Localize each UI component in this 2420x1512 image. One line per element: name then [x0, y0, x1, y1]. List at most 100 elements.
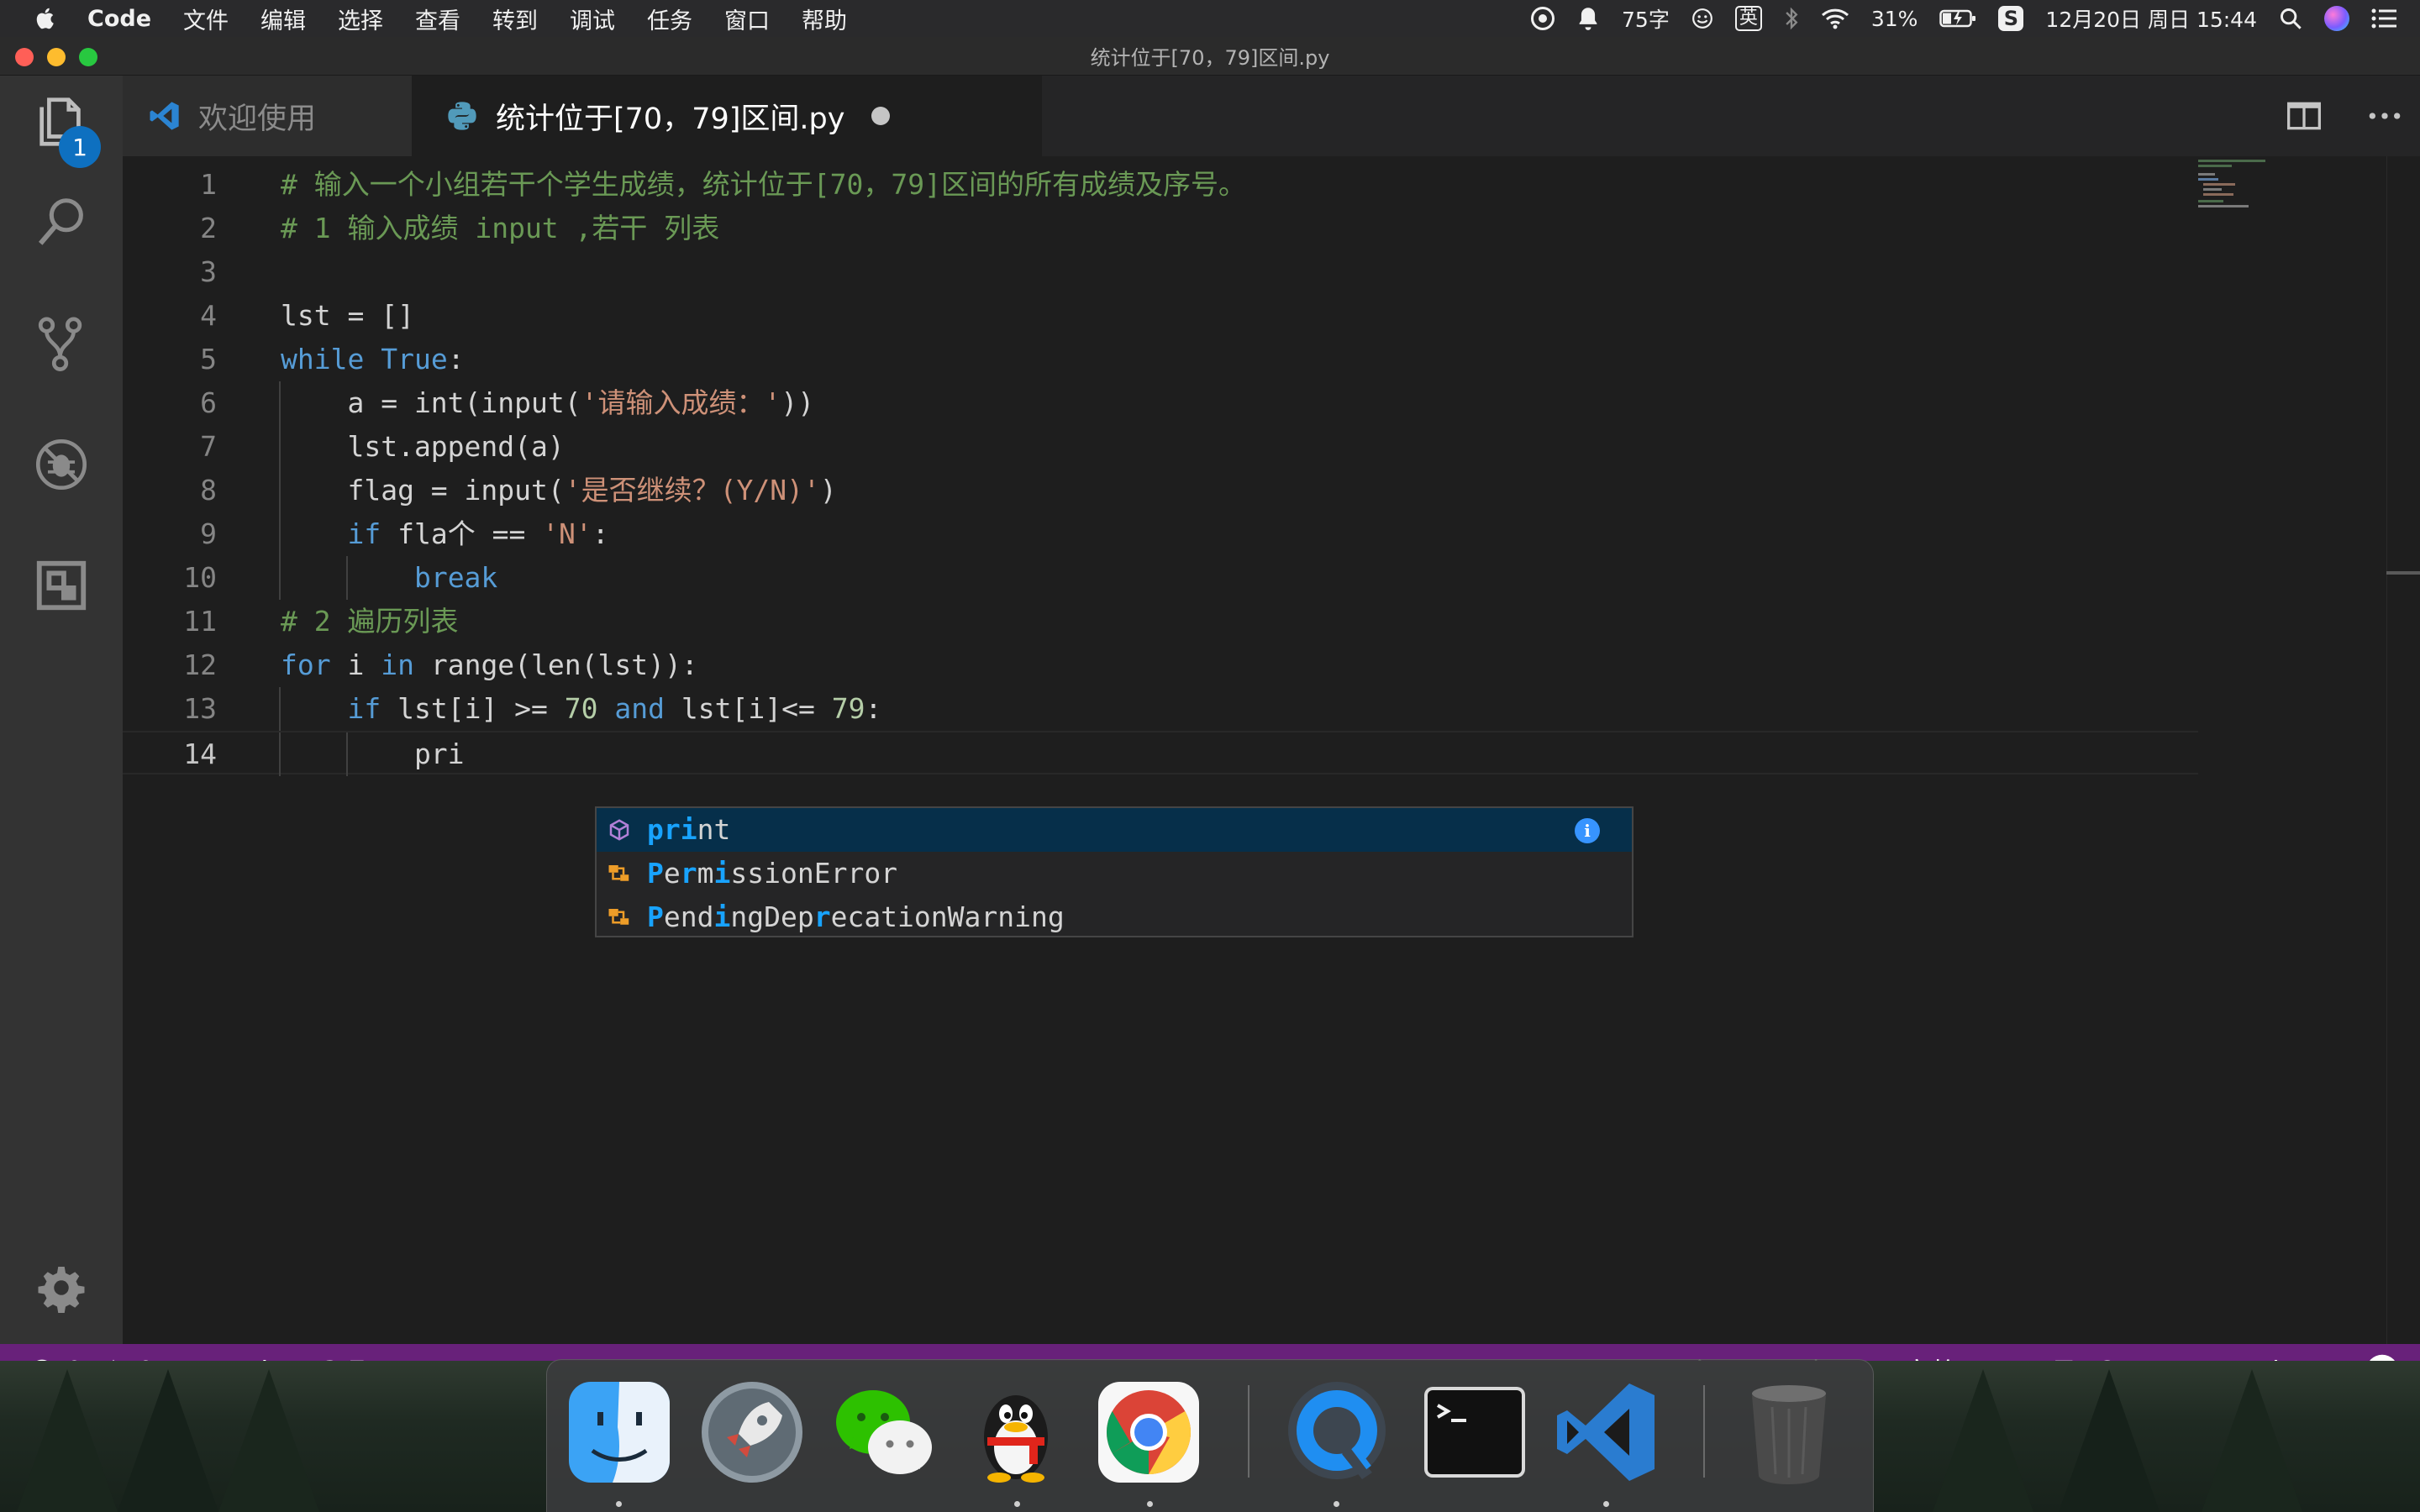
battery-charging-icon[interactable] [1939, 8, 1976, 29]
menubar-clock[interactable]: 12月20日 周日 15:44 [2045, 3, 2257, 34]
search-activity[interactable] [0, 176, 123, 269]
window-title: 统计位于[70，79]区间.py [1090, 46, 1330, 70]
vscode-window: 统计位于[70，79]区间.py 1 欢迎使用 统计位于[70，79]区间.py… [0, 37, 2420, 1398]
code-token: if [347, 692, 381, 725]
code-token: i [330, 648, 381, 681]
chrome-icon[interactable] [1095, 1378, 1202, 1486]
minimize-window-button[interactable] [47, 48, 66, 66]
menu-edit[interactable]: 编辑 [260, 3, 306, 35]
code-line[interactable]: 11 # 2 遍历列表 [123, 600, 2198, 643]
sogou-input-icon[interactable]: S [1998, 6, 2024, 31]
ime-char-count[interactable]: 75字 [1622, 3, 1670, 34]
scrollbar-cursor-marker [2386, 571, 2420, 575]
window-titlebar[interactable]: 统计位于[70，79]区间.py [0, 37, 2420, 76]
wifi-icon[interactable] [1821, 8, 1849, 29]
line-number: 8 [200, 474, 217, 507]
python-file-icon [445, 99, 479, 133]
code-editor[interactable]: 1 # 输入一个小组若干个学生成绩，统计位于[70，79]区间的所有成绩及序号。 2… [123, 156, 2420, 1344]
activity-bar: 1 [0, 76, 123, 1344]
line-number: 9 [200, 517, 217, 550]
ime-mode-indicator[interactable]: 英 [1734, 6, 1762, 31]
extensions-activity[interactable] [0, 539, 123, 632]
menu-window[interactable]: 窗口 [724, 3, 770, 35]
code-token: # 输入一个小组若干个学生成绩，统计位于[70，79]区间的所有成绩及序号。 [281, 168, 1246, 201]
code-line[interactable]: 8 flag = input('是否继续？(Y/N)') [123, 469, 2198, 512]
line-number: 7 [200, 430, 217, 463]
label-text: end [663, 900, 714, 933]
menu-selection[interactable]: 选择 [338, 3, 383, 35]
class-symbol-icon [607, 861, 632, 886]
suggestion-item-permissionerror[interactable]: PermissionError [597, 852, 1632, 895]
terminal-icon[interactable] [1421, 1378, 1528, 1486]
notification-center-icon[interactable] [2371, 8, 2396, 29]
code-line[interactable]: 9 if fla个 == 'N': [123, 512, 2198, 556]
more-actions-icon[interactable] [2366, 97, 2403, 134]
tab-welcome[interactable]: 欢迎使用 [123, 76, 412, 156]
menu-app-name[interactable]: Code [87, 6, 151, 32]
split-editor-icon[interactable] [2286, 97, 2323, 134]
debug-activity[interactable] [0, 418, 123, 511]
launchpad-icon[interactable] [698, 1378, 806, 1486]
code-line[interactable]: 7 lst.append(a) [123, 425, 2198, 469]
menu-debug[interactable]: 调试 [570, 3, 615, 35]
menu-tasks[interactable]: 任务 [647, 3, 692, 35]
line-code: # 输入一个小组若干个学生成绩，统计位于[70，79]区间的所有成绩及序号。 [281, 163, 1246, 207]
code-token: range(len(lst)): [413, 648, 698, 681]
label-text: ecationWarning [830, 900, 1065, 933]
wechat-icon[interactable] [829, 1378, 937, 1486]
code-line[interactable]: 5 while True: [123, 338, 2198, 381]
zoom-window-button[interactable] [79, 48, 97, 66]
code-token: 79 [831, 692, 865, 725]
manage-activity[interactable] [0, 1250, 123, 1326]
code-token: fla个 == [381, 517, 543, 550]
explorer-activity[interactable]: 1 [0, 76, 123, 168]
code-line[interactable]: 12 for i in range(len(lst)): [123, 643, 2198, 687]
line-code: lst.append(a) [281, 425, 564, 469]
line-number: 11 [183, 605, 217, 638]
suggestion-item-pendingdeprecationwarning[interactable]: PendingDeprecationWarning [597, 895, 1632, 939]
menu-help[interactable]: 帮助 [802, 3, 847, 35]
code-token: : [592, 517, 609, 550]
autocomplete-suggest-widget[interactable]: print i PermissionError PendingDeprecati… [595, 806, 1634, 937]
spotlight-search-icon[interactable] [2279, 7, 2302, 30]
code-token: in [381, 648, 414, 681]
label-text: nt [697, 813, 731, 846]
vscode-logo-icon [148, 99, 182, 133]
menu-file[interactable]: 文件 [183, 3, 229, 35]
code-line[interactable]: 14 pri [123, 731, 2198, 776]
emoji-icon[interactable] [1691, 8, 1713, 29]
tab-active-file[interactable]: 统计位于[70，79]区间.py [412, 76, 1042, 156]
finder-icon[interactable] [566, 1378, 673, 1486]
unsaved-indicator[interactable] [871, 107, 891, 125]
vertical-scrollbar[interactable] [2386, 156, 2420, 1344]
info-icon[interactable]: i [1575, 818, 1600, 843]
code-line[interactable]: 1 # 输入一个小组若干个学生成绩，统计位于[70，79]区间的所有成绩及序号。 [123, 163, 2198, 207]
menu-view[interactable]: 查看 [415, 3, 460, 35]
code-line[interactable]: 6 a = int(input('请输入成绩：')) [123, 381, 2198, 425]
minimap[interactable] [2198, 156, 2324, 207]
code-token: while [281, 343, 365, 375]
source-control-activity[interactable] [0, 297, 123, 390]
code-line[interactable]: 3 [123, 250, 2198, 294]
apple-menu-icon[interactable] [34, 4, 59, 33]
code-token: '是否继续？(Y/N)' [564, 474, 820, 507]
bluetooth-icon[interactable] [1784, 7, 1799, 30]
code-line[interactable]: 2 # 1 输入成绩 input ,若干 列表 [123, 207, 2198, 250]
code-line[interactable]: 4 lst = [] [123, 294, 2198, 338]
quicktime-icon[interactable] [1283, 1378, 1391, 1486]
vscode-icon[interactable] [1552, 1378, 1660, 1486]
code-line[interactable]: 10 break [123, 556, 2198, 600]
siri-icon[interactable] [2324, 6, 2349, 31]
code-token: ) [819, 474, 837, 507]
code-line[interactable]: 13 if lst[i] >= 70 and lst[i]<= 79: [123, 687, 2198, 731]
menu-go[interactable]: 转到 [492, 3, 538, 35]
bell-icon[interactable] [1576, 6, 1600, 31]
code-token: break [413, 561, 498, 594]
trash-icon[interactable] [1735, 1378, 1843, 1486]
qq-icon[interactable] [962, 1378, 1070, 1486]
close-window-button[interactable] [15, 48, 34, 66]
line-code: a = int(input('请输入成绩：')) [281, 381, 814, 425]
screen-record-icon[interactable] [1531, 7, 1555, 30]
suggestion-item-print[interactable]: print i [597, 808, 1632, 852]
